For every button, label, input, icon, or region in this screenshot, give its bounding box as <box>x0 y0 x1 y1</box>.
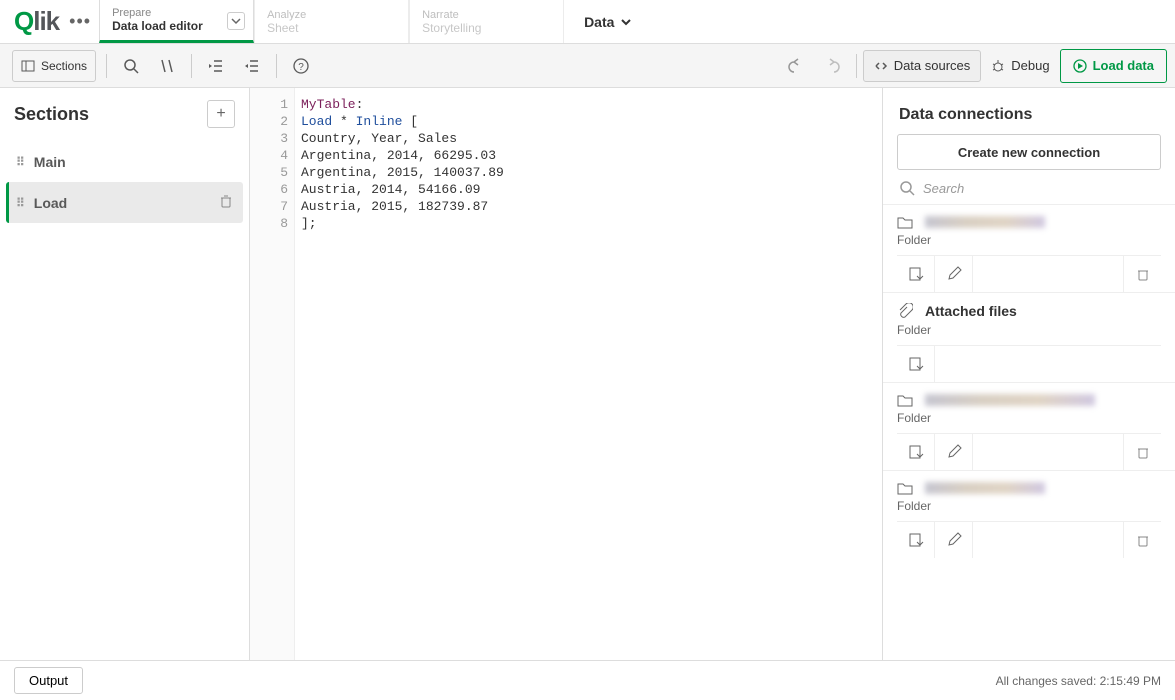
connection-item: Folder <box>883 382 1175 470</box>
delete-section-icon[interactable] <box>219 194 233 211</box>
data-connections-title: Data connections <box>883 88 1175 134</box>
connection-search[interactable]: Search <box>883 180 1175 204</box>
undo-icon[interactable] <box>778 48 814 84</box>
load-data-button[interactable]: Load data <box>1060 49 1167 83</box>
sections-panel-title: Sections <box>14 104 89 125</box>
more-menu-icon[interactable]: ••• <box>69 11 91 32</box>
attachment-icon <box>897 303 913 319</box>
connection-item-attached: Attached files Folder <box>883 292 1175 382</box>
section-item-main[interactable]: ⠿ Main <box>6 142 243 182</box>
svg-text:?: ? <box>298 62 304 73</box>
comment-icon[interactable] <box>149 48 185 84</box>
folder-icon <box>897 215 913 229</box>
save-status: All changes saved: 2:15:49 PM <box>996 674 1161 688</box>
nav-analyze-category: Analyze <box>267 9 396 21</box>
search-icon[interactable] <box>113 48 149 84</box>
search-placeholder: Search <box>923 181 964 196</box>
connection-item: Folder <box>883 204 1175 292</box>
help-icon[interactable]: ? <box>283 48 319 84</box>
line-number-gutter: 12345678 <box>250 88 295 660</box>
chevron-down-icon[interactable] <box>227 12 245 30</box>
connection-type: Folder <box>897 319 1161 345</box>
output-button[interactable]: Output <box>14 667 83 694</box>
qlik-logo[interactable]: Qlik <box>14 6 59 37</box>
connection-type: Folder <box>897 229 1161 255</box>
nav-narrate-category: Narrate <box>422 9 551 21</box>
select-data-icon[interactable] <box>897 256 935 292</box>
debug-button[interactable]: Debug <box>981 50 1059 82</box>
connection-type: Folder <box>897 407 1161 433</box>
data-dropdown[interactable]: Data <box>564 0 652 43</box>
attached-files-label: Attached files <box>925 303 1017 319</box>
drag-handle-icon: ⠿ <box>16 196 24 210</box>
nav-narrate-label: Storytelling <box>422 21 551 35</box>
sections-toggle-button[interactable]: Sections <box>12 50 96 82</box>
add-section-button[interactable]: + <box>207 100 235 128</box>
data-dropdown-label: Data <box>584 14 614 30</box>
load-data-label: Load data <box>1093 58 1154 73</box>
connection-type: Folder <box>897 495 1161 521</box>
debug-label: Debug <box>1011 58 1049 73</box>
sections-toggle-label: Sections <box>41 59 87 73</box>
connection-item: Folder <box>883 470 1175 558</box>
redacted-text <box>925 216 1045 228</box>
data-sources-label: Data sources <box>894 58 971 73</box>
drag-handle-icon: ⠿ <box>16 155 24 169</box>
code-editor[interactable]: 12345678 MyTable: Load * Inline [ Countr… <box>250 88 883 660</box>
edit-icon[interactable] <box>935 434 973 470</box>
nav-narrate: Narrate Storytelling <box>409 0 564 43</box>
delete-icon[interactable] <box>1123 256 1161 292</box>
section-item-load[interactable]: ⠿ Load <box>6 182 243 223</box>
nav-prepare[interactable]: Prepare Data load editor <box>99 0 254 43</box>
select-data-icon[interactable] <box>897 434 935 470</box>
edit-icon[interactable] <box>935 256 973 292</box>
nav-prepare-label: Data load editor <box>112 19 241 33</box>
indent-icon[interactable] <box>198 48 234 84</box>
delete-icon[interactable] <box>1123 522 1161 558</box>
nav-analyze-label: Sheet <box>267 21 396 35</box>
redacted-text <box>925 394 1095 406</box>
section-label: Load <box>34 195 67 211</box>
outdent-icon[interactable] <box>234 48 270 84</box>
data-sources-button[interactable]: Data sources <box>863 50 982 82</box>
nav-analyze: Analyze Sheet <box>254 0 409 43</box>
code-content[interactable]: MyTable: Load * Inline [ Country, Year, … <box>295 88 883 660</box>
redacted-text <box>925 482 1045 494</box>
select-data-icon[interactable] <box>897 346 935 382</box>
delete-icon[interactable] <box>1123 434 1161 470</box>
select-data-icon[interactable] <box>897 522 935 558</box>
redo-icon[interactable] <box>814 48 850 84</box>
folder-icon <box>897 393 913 407</box>
create-connection-button[interactable]: Create new connection <box>897 134 1161 170</box>
section-label: Main <box>34 154 66 170</box>
edit-icon[interactable] <box>935 522 973 558</box>
folder-icon <box>897 481 913 495</box>
nav-prepare-category: Prepare <box>112 7 241 19</box>
